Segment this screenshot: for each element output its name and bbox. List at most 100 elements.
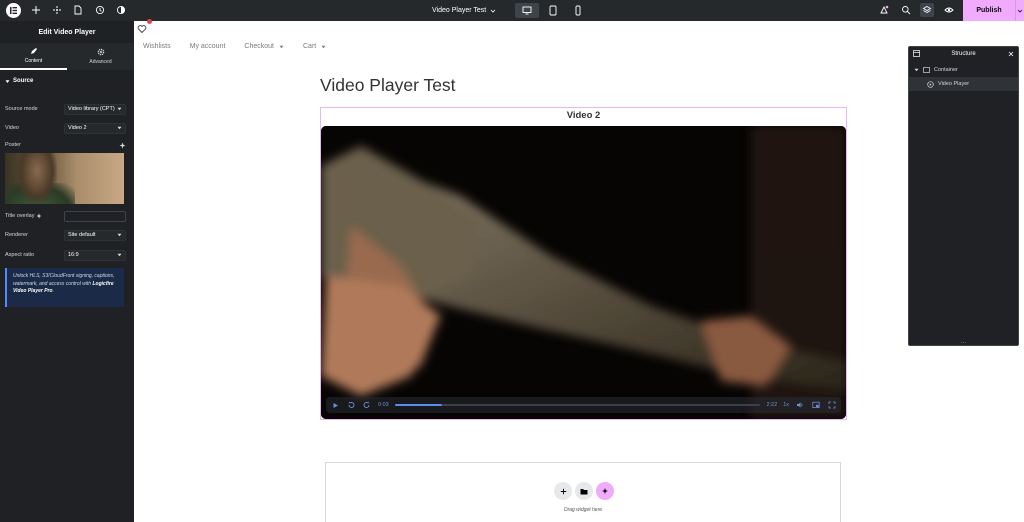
source-mode-label: Source mode bbox=[5, 106, 38, 112]
picture-in-picture-icon[interactable] bbox=[811, 400, 821, 410]
rewind-icon[interactable] bbox=[346, 400, 356, 410]
poster-image-preview[interactable] bbox=[5, 153, 124, 204]
poster-label: Poster bbox=[5, 142, 21, 148]
desktop-view-button[interactable] bbox=[515, 3, 539, 18]
video-frame[interactable]: 0:03 2:22 1x bbox=[321, 126, 846, 419]
video-widget-icon bbox=[927, 80, 934, 88]
site-nav: Wishlists My account Checkout Cart bbox=[143, 43, 326, 50]
document-title-dropdown[interactable]: Video Player Test bbox=[432, 0, 496, 21]
structure-panel-icon bbox=[913, 50, 920, 57]
structure-panel: Structure Container Video Player ... bbox=[908, 46, 1019, 346]
section-source-toggle[interactable]: Source bbox=[0, 70, 134, 92]
title-overlay-label: Title overlay bbox=[5, 213, 43, 219]
dropzone-label: Drag widget here bbox=[563, 507, 603, 513]
sparkle-ai-icon[interactable] bbox=[36, 213, 43, 219]
nav-item-label: Wishlists bbox=[143, 43, 171, 50]
poster-control: Poster bbox=[5, 139, 126, 151]
caret-down-icon bbox=[279, 45, 284, 48]
volume-icon[interactable] bbox=[795, 400, 805, 410]
video-control: Video Video 2 bbox=[5, 122, 126, 134]
renderer-label: Renderer bbox=[5, 232, 28, 238]
publish-button[interactable]: Publish bbox=[963, 0, 1015, 21]
poster-person-shape bbox=[17, 153, 57, 204]
mobile-view-button[interactable] bbox=[566, 3, 590, 18]
structure-resize-handle[interactable]: ... bbox=[909, 339, 1018, 345]
add-section-dropzone: Drag widget here bbox=[325, 462, 841, 522]
caret-down-icon bbox=[321, 45, 326, 48]
panel-title: Edit Video Player bbox=[38, 28, 96, 36]
renderer-value: Site default bbox=[68, 232, 96, 238]
chevron-down-icon bbox=[117, 253, 122, 257]
renderer-control: Renderer Site default bbox=[5, 229, 126, 241]
nav-item-wishlists[interactable]: Wishlists bbox=[143, 43, 171, 50]
aspect-ratio-label: Aspect ratio bbox=[5, 252, 35, 258]
video-player-widget[interactable]: Video 2 0:03 2:22 1x bbox=[320, 107, 847, 420]
search-icon[interactable] bbox=[900, 4, 912, 16]
video-select[interactable]: Video 2 bbox=[64, 122, 126, 134]
aspect-ratio-control: Aspect ratio 16:9 bbox=[5, 249, 126, 261]
history-icon[interactable] bbox=[94, 4, 106, 16]
document-title: Video Player Test bbox=[432, 7, 487, 14]
progress-bar[interactable] bbox=[394, 404, 761, 406]
caret-down-icon bbox=[5, 79, 10, 83]
template-library-folder-icon[interactable] bbox=[575, 482, 593, 500]
wishlist-count-badge bbox=[147, 19, 152, 24]
tab-advanced[interactable]: Advanced bbox=[67, 43, 134, 70]
structure-item-label: Container bbox=[934, 67, 958, 73]
structure-title: Structure bbox=[951, 51, 976, 57]
play-icon[interactable] bbox=[330, 400, 340, 410]
structure-item-video-player[interactable]: Video Player bbox=[909, 77, 1018, 91]
pencil-icon bbox=[30, 48, 37, 54]
nav-item-my-account[interactable]: My account bbox=[190, 43, 226, 50]
wishlist-heart-icon[interactable] bbox=[137, 24, 147, 34]
gear-icon bbox=[97, 48, 104, 56]
chevron-down-icon bbox=[490, 9, 496, 13]
structure-header: Structure bbox=[909, 47, 1018, 61]
fullscreen-icon[interactable] bbox=[827, 400, 837, 410]
close-icon[interactable] bbox=[1008, 51, 1014, 57]
structure-item-container[interactable]: Container bbox=[909, 63, 1018, 77]
fast-forward-icon[interactable] bbox=[362, 400, 372, 410]
page-settings-icon[interactable] bbox=[72, 4, 84, 16]
desktop-icon bbox=[522, 6, 532, 15]
add-section-buttons bbox=[554, 482, 614, 500]
structure-layers-icon[interactable] bbox=[920, 3, 934, 17]
aspect-ratio-select[interactable]: 16:9 bbox=[64, 249, 126, 261]
current-time: 0:03 bbox=[378, 402, 389, 408]
section-source-title: Source bbox=[13, 78, 34, 84]
chevron-down-icon bbox=[117, 126, 122, 130]
source-mode-select[interactable]: Video library (CPT) bbox=[64, 103, 126, 115]
tab-content[interactable]: Content bbox=[0, 43, 67, 70]
theme-style-icon[interactable] bbox=[115, 4, 127, 16]
caret-down-icon[interactable] bbox=[914, 68, 919, 72]
top-bar: Video Player Test Publish bbox=[0, 0, 1024, 21]
nav-item-label: My account bbox=[189, 43, 226, 50]
container-icon bbox=[923, 67, 930, 73]
structure-item-label: Video Player bbox=[938, 81, 970, 87]
player-controls: 0:03 2:22 1x bbox=[326, 397, 841, 413]
add-section-plus-icon[interactable] bbox=[554, 482, 572, 500]
video-label: Video bbox=[5, 125, 19, 131]
elementor-logo-icon[interactable] bbox=[6, 3, 21, 18]
renderer-select[interactable]: Site default bbox=[64, 229, 126, 241]
sparkle-ai-icon[interactable] bbox=[119, 142, 126, 149]
site-settings-icon[interactable] bbox=[51, 4, 63, 16]
ai-sparkle-icon[interactable] bbox=[596, 482, 614, 500]
title-overlay-input[interactable] bbox=[64, 210, 126, 222]
chevron-down-icon bbox=[117, 107, 122, 111]
video-value: Video 2 bbox=[68, 125, 87, 131]
notifications-icon[interactable] bbox=[878, 4, 890, 16]
playback-speed-button[interactable]: 1x bbox=[783, 402, 789, 408]
tablet-view-button[interactable] bbox=[541, 3, 565, 18]
progress-bar-fill bbox=[394, 404, 443, 406]
tablet-icon bbox=[549, 5, 557, 16]
tab-content-label: Content bbox=[24, 58, 43, 64]
source-mode-value: Video library (CPT) bbox=[68, 106, 115, 112]
video-title: Video 2 bbox=[566, 110, 601, 121]
nav-item-checkout[interactable]: Checkout bbox=[244, 43, 284, 50]
promo-suffix: . bbox=[52, 288, 54, 294]
add-element-icon[interactable] bbox=[30, 4, 42, 16]
preview-eye-icon[interactable] bbox=[943, 4, 955, 16]
nav-item-cart[interactable]: Cart bbox=[303, 43, 326, 50]
publish-options-button[interactable] bbox=[1015, 0, 1024, 21]
